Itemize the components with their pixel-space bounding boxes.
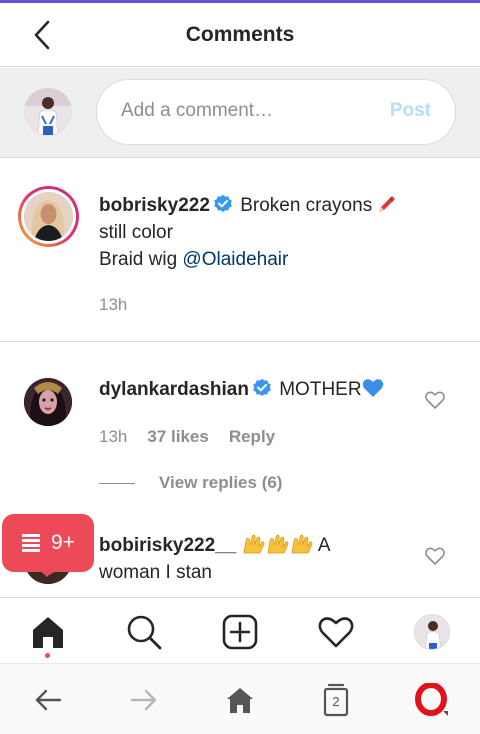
home-active-dot bbox=[45, 653, 50, 658]
raised-hands-emoji-icon bbox=[243, 534, 264, 554]
notification-count: 9+ bbox=[51, 531, 75, 554]
comment-1-text: dylankardashian MOTHER bbox=[99, 376, 384, 403]
comment-2-username[interactable]: bobirisky222__ bbox=[99, 535, 236, 556]
caption-line-3: Braid wig bbox=[99, 249, 183, 270]
comment-2-text: bobirisky222__ A woman I stan bbox=[99, 532, 331, 586]
like-comment-2-heart-icon[interactable] bbox=[424, 545, 446, 567]
search-icon bbox=[127, 615, 162, 650]
arrow-left-icon bbox=[35, 689, 62, 711]
browser-tabs-button[interactable]: 2 bbox=[318, 682, 354, 718]
like-comment-1-heart-icon[interactable] bbox=[424, 389, 446, 411]
comment-1-reply-button[interactable]: Reply bbox=[229, 427, 275, 446]
verified-badge-icon bbox=[214, 194, 232, 212]
comment-1-time: 13h bbox=[99, 427, 128, 446]
header: Comments bbox=[0, 3, 480, 67]
profile-avatar bbox=[414, 614, 450, 650]
notification-badge[interactable]: 9+ bbox=[2, 514, 94, 572]
caption-text: bobrisky222 Broken crayons still color B… bbox=[99, 192, 398, 273]
comment-avatar-dylankardashian[interactable] bbox=[24, 378, 72, 426]
page-title: Comments bbox=[185, 23, 295, 46]
bottom-nav bbox=[0, 597, 480, 663]
comment-stack-icon bbox=[22, 534, 41, 552]
view-replies-button[interactable]: View replies (6) bbox=[99, 473, 282, 493]
comment-1-meta: 13h 37 likes Reply bbox=[99, 427, 275, 447]
arrow-right-icon bbox=[130, 689, 157, 711]
raised-hands-emoji-icon bbox=[267, 534, 288, 554]
caption-username[interactable]: bobrisky222 bbox=[99, 195, 210, 216]
comment-1-body: MOTHER bbox=[279, 379, 362, 400]
post-caption: bobrisky222 Broken crayons still color B… bbox=[0, 159, 480, 342]
view-replies-label: View replies (6) bbox=[159, 473, 283, 492]
crayon-emoji-icon bbox=[379, 196, 396, 212]
comment-input[interactable] bbox=[121, 100, 361, 122]
browser-back-button[interactable] bbox=[30, 682, 66, 718]
verified-badge-icon bbox=[253, 378, 271, 396]
comment-1-likes[interactable]: 37 likes bbox=[147, 427, 208, 446]
comment-composer: Post bbox=[0, 68, 480, 158]
tabs-count: 2 bbox=[332, 694, 340, 709]
notification-tail bbox=[39, 569, 55, 577]
comment-2-body: A bbox=[317, 535, 331, 556]
opera-logo-icon bbox=[415, 683, 448, 716]
add-post-icon bbox=[222, 614, 258, 650]
caption-line-2: still color bbox=[99, 222, 173, 243]
comment-1-username[interactable]: dylankardashian bbox=[99, 379, 249, 400]
raised-hands-emoji-icon bbox=[291, 534, 312, 554]
blue-heart-emoji-icon bbox=[362, 379, 383, 397]
browser-toolbar: 2 bbox=[0, 663, 480, 734]
heart-icon bbox=[318, 617, 354, 648]
browser-forward-button[interactable] bbox=[126, 682, 162, 718]
user-avatar bbox=[24, 88, 72, 136]
nav-search[interactable] bbox=[124, 612, 164, 652]
caption-line-1: Broken crayons bbox=[240, 195, 373, 216]
replies-divider bbox=[99, 482, 135, 484]
comment-box: Post bbox=[96, 79, 456, 145]
home-icon bbox=[33, 617, 63, 648]
caption-avatar[interactable] bbox=[18, 186, 79, 247]
nav-new-post[interactable] bbox=[220, 612, 260, 652]
mention-link[interactable]: @Olaidehair bbox=[182, 249, 288, 270]
browser-home-button[interactable] bbox=[222, 682, 258, 718]
comment-2-line-2: woman I stan bbox=[99, 562, 212, 583]
nav-profile[interactable] bbox=[412, 612, 452, 652]
browser-home-icon bbox=[227, 688, 253, 713]
post-button[interactable]: Post bbox=[390, 100, 431, 122]
nav-home[interactable] bbox=[28, 612, 68, 652]
caption-time: 13h bbox=[99, 295, 128, 314]
opera-menu-button[interactable] bbox=[414, 682, 450, 718]
nav-activity[interactable] bbox=[316, 612, 356, 652]
